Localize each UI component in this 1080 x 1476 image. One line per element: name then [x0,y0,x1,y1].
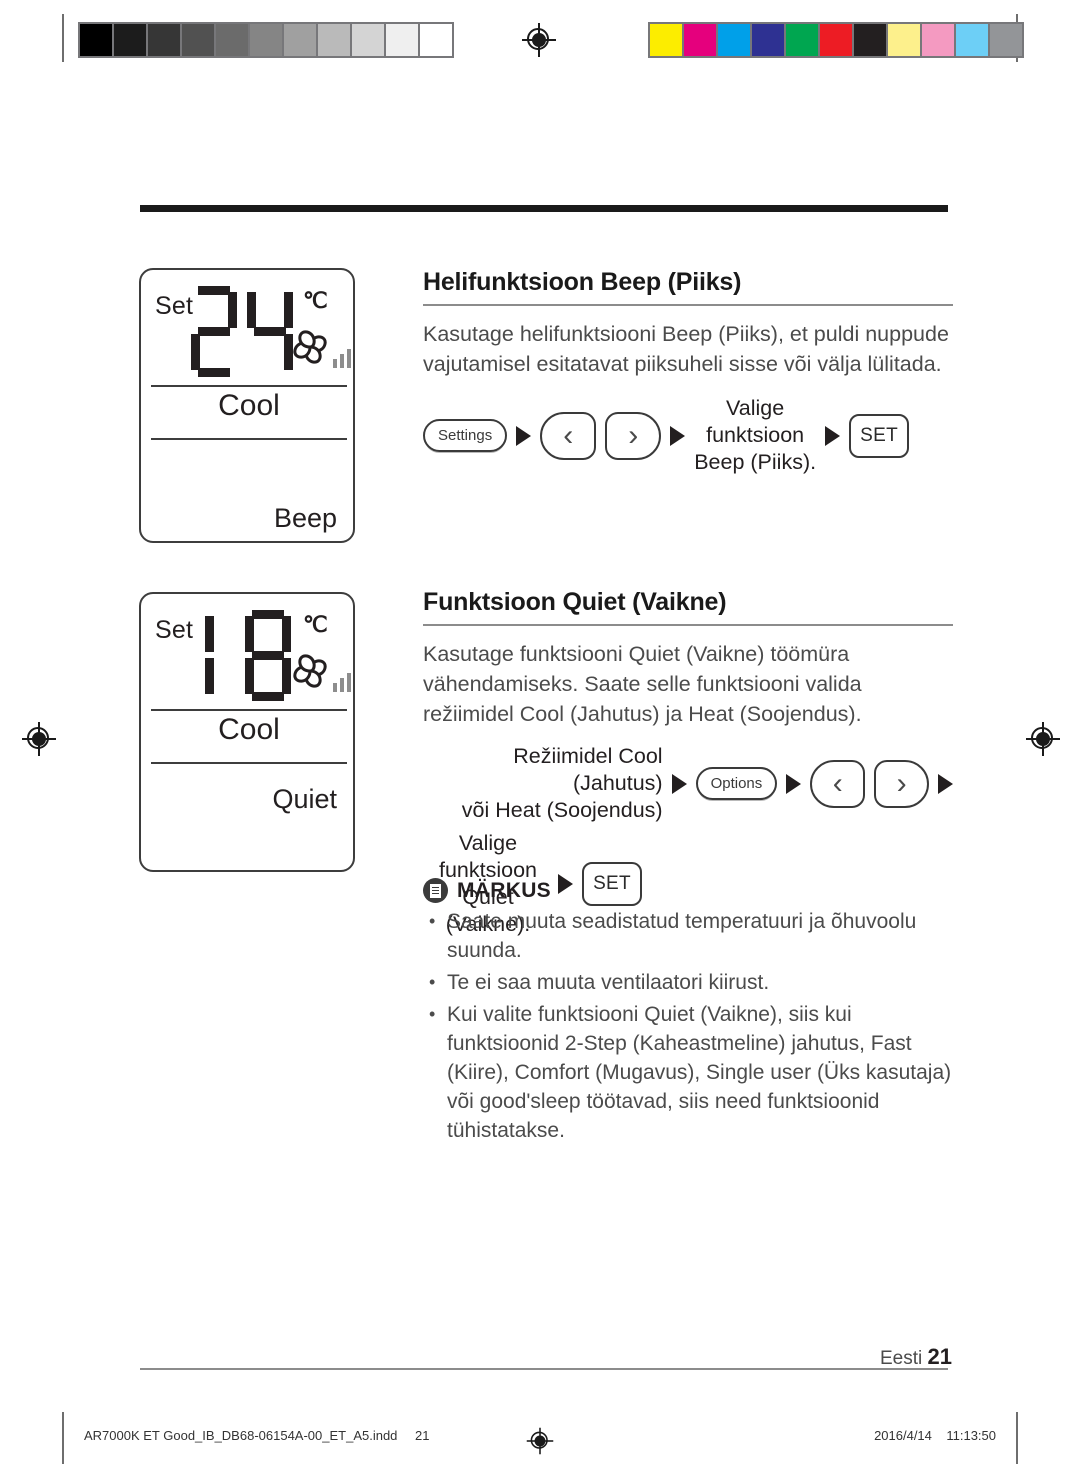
options-button[interactable]: Options [695,767,778,800]
print-footer-right: 2016/4/14 11:13:50 [874,1428,996,1443]
manual-page: Set ℃ Cool Beep Set ℃ Cool Quiet Helifun… [0,0,1080,1476]
lcd-display-quiet: Set ℃ Cool Quiet [139,592,355,872]
note-item-list: Saate muuta seadistatud temperatuuri ja … [423,907,953,1145]
set-button[interactable]: SET [849,413,910,458]
right-arrow-button[interactable]: › [874,759,929,808]
section-body-quiet: Kasutage funktsiooni Quiet (Vaikne) tööm… [423,642,862,726]
left-arrow-button[interactable]: ‹ [810,759,866,808]
seven-segment-digit-ones [247,286,293,378]
section-title-quiet: Funktsioon Quiet (Vaikne) [423,588,953,626]
note-block: MÄRKUS Saate muuta seadistatud temperatu… [423,878,953,1148]
flow-arrow-icon [516,425,532,446]
note-document-icon [423,878,448,903]
lcd-set-label: Set [155,292,194,320]
fan-pinwheel-icon [293,654,327,688]
note-header: MÄRKUS [423,878,953,903]
print-date: 2016/4/14 [874,1428,932,1443]
lcd-divider-bottom [151,762,347,764]
footer-page-label: Eesti 21 [880,1344,952,1370]
lcd-temperature-value [191,286,301,378]
section-body-beep: Kasutage helifunktsiooni Beep (Piiks), e… [423,322,949,376]
left-arrow-button[interactable]: ‹ [540,411,597,460]
seven-segment-digit-ones [245,610,291,702]
button-flow-beep: Settings ‹ › Valige funktsioon Beep (Pii… [423,395,953,476]
lcd-display-beep: Set ℃ Cool Beep [139,268,355,543]
note-title: MÄRKUS [457,878,551,902]
lcd-mode-label: Cool [218,389,280,422]
flow-instruction-beep: Valige funktsioon Beep (Piiks). [694,396,817,474]
note-list-item: Kui valite funktsiooni Quiet (Vaikne), s… [423,1000,953,1145]
flow-arrow-icon [670,425,686,446]
note-list-item: Saate muuta seadistatud temperatuuri ja … [423,907,953,965]
lcd-divider-top [151,709,347,711]
lcd-unit-label: ℃ [303,612,328,637]
flow-arrow-icon [938,773,953,794]
print-footer-left: AR7000K ET Good_IB_DB68-06154A-00_ET_A5.… [84,1428,430,1443]
lcd-set-label: Set [155,616,194,644]
right-arrow-button[interactable]: › [605,411,662,460]
print-time: 11:13:50 [946,1428,996,1443]
flow-arrow-icon [786,773,802,794]
lcd-mode-label: Cool [218,713,280,746]
fan-speed-bars [333,672,355,692]
flow-mode-label: Režiimidel Cool (Jahutus) või Heat (Sooj… [461,744,663,822]
lcd-status-label: Quiet [272,784,337,814]
footer-rule [140,1368,948,1370]
page-top-rule [140,205,948,212]
flow-arrow-icon [825,425,841,446]
button-flow-quiet-row1: Režiimidel Cool (Jahutus) või Heat (Sooj… [423,743,953,824]
print-page-number: 21 [415,1428,430,1443]
note-list-item: Te ei saa muuta ventilaatori kiirust. [423,968,953,997]
lcd-status-label: Beep [273,503,337,533]
lcd-unit-label: ℃ [303,288,328,313]
crop-mark-bottom-right [1016,1412,1018,1464]
section-beep: Helifunktsioon Beep (Piiks) Kasutage hel… [423,268,953,476]
crop-mark-bottom-left [62,1412,64,1464]
section-title-beep: Helifunktsioon Beep (Piiks) [423,268,953,306]
footer-language: Eesti [879,1348,923,1369]
seven-segment-digit-tens [191,286,237,378]
print-filename: AR7000K ET Good_IB_DB68-06154A-00_ET_A5.… [84,1428,398,1443]
fan-pinwheel-icon [293,330,327,364]
lcd-divider-bottom [151,438,347,440]
flow-arrow-icon [671,773,687,794]
lcd-divider-top [151,385,347,387]
footer-page-number: 21 [927,1344,952,1369]
fan-speed-bars [333,348,355,368]
settings-button[interactable]: Settings [423,419,508,452]
registration-target-icon-bottom [526,1427,554,1455]
